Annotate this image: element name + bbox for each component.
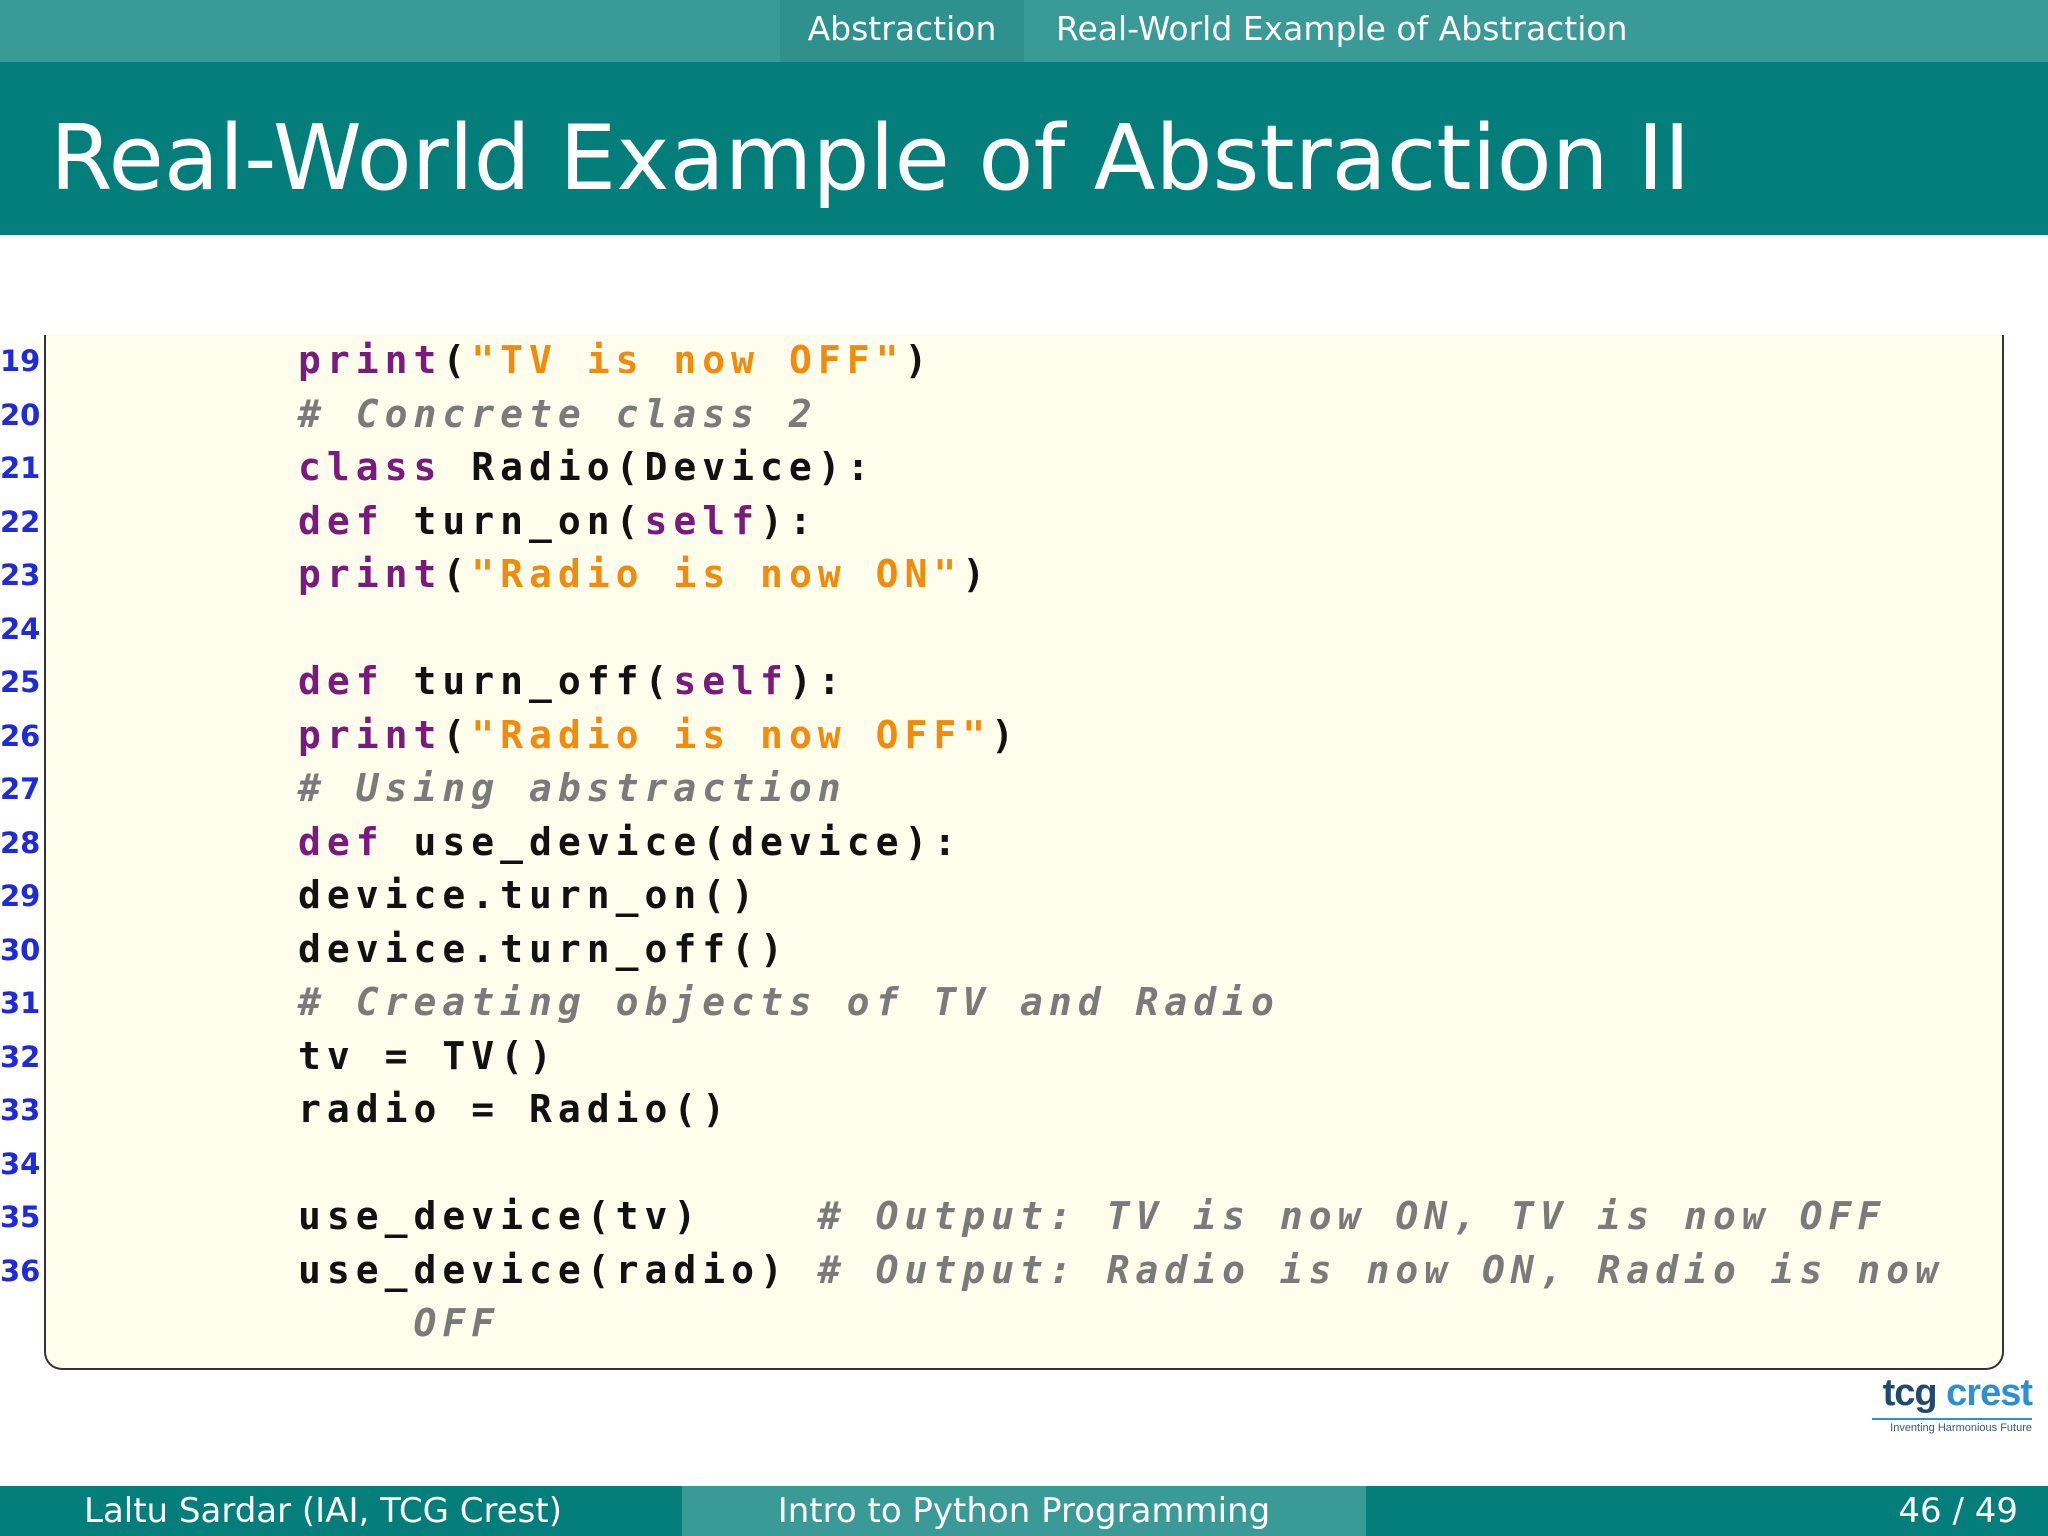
code-line: def use_device(device):	[298, 820, 962, 864]
code-keyword: class	[298, 445, 443, 489]
code-line: def turn_on(self):	[298, 499, 818, 543]
code-text: turn_off(	[384, 659, 674, 703]
line-number: 32	[0, 1039, 41, 1074]
logo-underline	[1872, 1418, 2032, 1420]
line-number: 24	[0, 611, 41, 646]
code-line: tv = TV()	[298, 1034, 558, 1078]
code-text: use_device(tv)	[298, 1194, 818, 1238]
code-comment: OFF	[298, 1301, 501, 1345]
code-text: (	[442, 338, 472, 382]
line-number: 34	[0, 1146, 41, 1181]
footer-course-title: Intro to Python Programming	[682, 1486, 1366, 1536]
line-number: 25	[0, 665, 41, 699]
code-text: ):	[788, 659, 847, 703]
code-string: "TV is now OFF"	[471, 338, 905, 382]
code-keyword: print	[298, 712, 443, 757]
code-keyword: self	[644, 498, 761, 543]
code-line: # Using abstraction	[298, 766, 847, 810]
line-number: 29	[0, 879, 41, 913]
line-number: 35	[0, 1200, 41, 1234]
code-keyword: def	[298, 659, 385, 703]
code-text: (	[442, 552, 472, 596]
footer-author: Laltu Sardar (IAI, TCG Crest)	[0, 1486, 682, 1536]
code-line: OFF	[298, 1301, 500, 1345]
code-text: radio = Radio()	[298, 1087, 732, 1131]
line-number: 36	[0, 1253, 41, 1288]
code-line: use_device(tv) # Output: TV is now ON, T…	[298, 1194, 1886, 1238]
slide-title-bar: Real-World Example of Abstraction II	[0, 62, 2048, 235]
slide-title: Real-World Example of Abstraction II	[50, 106, 1691, 211]
line-number: 19	[0, 344, 41, 378]
line-number: 27	[0, 772, 41, 806]
code-comment: # Output: TV is now ON, TV is now OFF	[817, 1194, 1887, 1238]
line-number: 21	[0, 451, 41, 485]
nav-section-abstraction[interactable]: Abstraction	[780, 0, 1024, 62]
code-line: print("TV is now OFF")	[298, 338, 933, 382]
line-number: 33	[0, 1093, 41, 1127]
nav-subsection-real-world-example[interactable]: Real-World Example of Abstraction	[1024, 0, 2048, 62]
logo-word-crest: crest	[1946, 1372, 2033, 1414]
code-string: "Radio is now OFF"	[471, 712, 992, 757]
logo-tagline: Inventing Harmonious Future	[1890, 1422, 2032, 1434]
line-number: 22	[0, 504, 41, 539]
code-line: device.turn_off()	[298, 927, 789, 971]
logo-word-tcg: tcg	[1882, 1372, 1938, 1414]
code-comment: # Creating objects of TV and Radio	[298, 980, 1280, 1024]
code-keyword: print	[298, 552, 443, 596]
code-text: )	[962, 552, 992, 596]
code-line: def turn_off(self):	[298, 659, 847, 703]
footer-page-number: 46 / 49	[1366, 1486, 2048, 1536]
code-text: use_device(device):	[384, 819, 963, 864]
code-line: print("Radio is now ON")	[298, 552, 991, 596]
code-comment: # Output: Radio is now ON, Radio is now	[817, 1247, 1945, 1292]
code-text: turn_on(	[384, 498, 645, 543]
code-keyword: self	[673, 659, 789, 703]
slide-footer: Laltu Sardar (IAI, TCG Crest) Intro to P…	[0, 1486, 2048, 1536]
logo-wordmark: tcg crest	[1882, 1372, 2033, 1415]
code-text: )	[991, 712, 1020, 757]
code-string: "Radio is now ON"	[471, 552, 963, 596]
tcg-crest-logo: tcg crest Inventing Harmonious Future	[1870, 1372, 2034, 1438]
code-text: )	[904, 338, 934, 382]
code-line: # Creating objects of TV and Radio	[298, 980, 1280, 1024]
code-line: print("Radio is now OFF")	[298, 713, 1020, 757]
code-line: # Concrete class 2	[298, 392, 818, 436]
code-line: radio = Radio()	[298, 1087, 731, 1131]
code-line: device.turn_on()	[298, 873, 760, 917]
line-number: 23	[0, 558, 41, 592]
top-navigation-bar: Abstraction Real-World Example of Abstra…	[0, 0, 2048, 62]
line-number: 28	[0, 825, 41, 860]
code-text: device.turn_off()	[298, 926, 789, 971]
code-text: tv = TV()	[298, 1033, 558, 1078]
code-text: (	[442, 712, 472, 757]
code-text: device.turn_on()	[298, 873, 761, 917]
code-comment: # Concrete class 2	[298, 391, 818, 436]
code-text: Radio(Device):	[442, 445, 876, 489]
code-comment: # Using abstraction	[298, 766, 847, 810]
code-line: class Radio(Device):	[298, 445, 876, 489]
code-keyword: def	[298, 819, 385, 864]
code-keyword: def	[298, 498, 385, 543]
code-text: use_device(radio)	[298, 1247, 818, 1292]
code-text: ):	[760, 498, 818, 543]
line-number: 20	[0, 397, 41, 432]
line-number: 26	[0, 718, 41, 753]
line-number: 31	[0, 986, 41, 1020]
code-keyword: print	[298, 338, 443, 382]
code-line: use_device(radio) # Output: Radio is now…	[298, 1248, 1944, 1292]
line-number: 30	[0, 932, 41, 967]
